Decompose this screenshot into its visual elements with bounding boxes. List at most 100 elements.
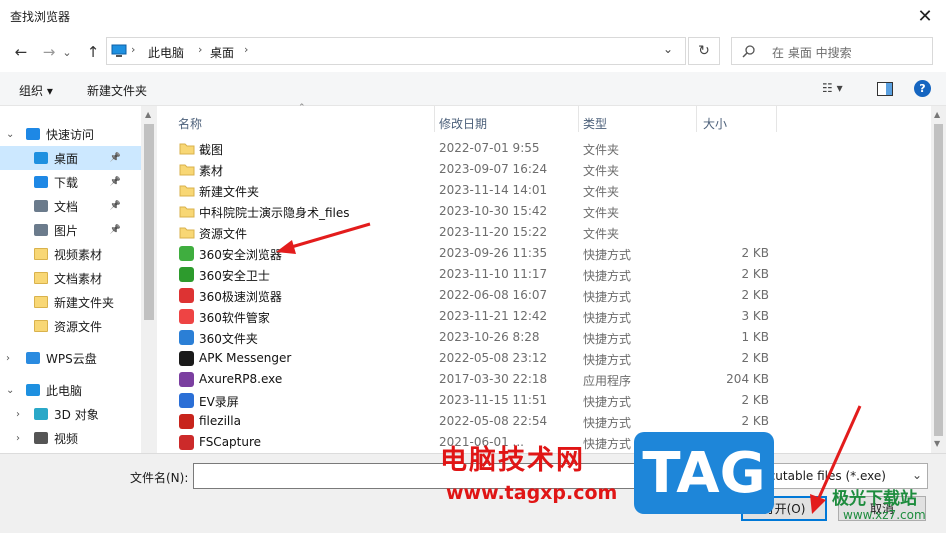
sidebar-item-label: 视频 [54,431,79,446]
sidebar-item[interactable]: 文档 📌 [0,194,141,218]
new-folder-button[interactable]: 新建文件夹 [87,82,147,99]
file-list-scrollbar-thumb[interactable] [934,124,943,436]
chevron-right-icon[interactable]: › [16,409,20,420]
column-header-type[interactable]: 类型 [583,112,607,134]
sidebar-item[interactable]: 图片 📌 [0,218,141,242]
breadcrumb-separator-icon: › [198,43,203,56]
back-button[interactable]: ← [10,42,32,62]
file-type: 快捷方式 [583,248,632,262]
up-button[interactable]: ↑ [82,42,104,62]
scroll-up-icon[interactable]: ▲ [145,110,151,119]
search-input[interactable]: 在 桌面 中搜索 [731,37,933,65]
sidebar-item[interactable]: 视频素材 [0,242,141,266]
file-date: 2017-03-30 22:18 [439,372,548,386]
sidebar-item-label: 文档 [54,199,79,214]
file-name: 360极速浏览器 [199,290,282,304]
view-options-button[interactable]: ☷ ▾ [822,81,843,95]
folder-icon [179,162,195,177]
recent-locations-button[interactable]: ⌄ [60,42,74,62]
sidebar-item[interactable]: 新建文件夹 [0,290,141,314]
star-icon [26,128,40,140]
nav-scrollbar[interactable]: ▲ [141,106,157,453]
chevron-down-icon[interactable]: ⌄ [6,385,14,396]
breadcrumb-this-pc[interactable]: 此电脑 [148,44,184,61]
picture-icon [34,224,48,236]
sidebar-item[interactable]: ⌄ 此电脑 [0,378,141,402]
window-title: 查找浏览器 [10,10,71,24]
chevron-right-icon[interactable]: › [16,433,20,444]
file-name: filezilla [199,414,241,428]
scroll-down-icon[interactable]: ▼ [934,439,940,448]
filezilla-icon [179,414,194,429]
pin-icon: 📌 [109,201,121,211]
sidebar-item[interactable]: 下载 📌 [0,170,141,194]
nav-scrollbar-thumb[interactable] [144,124,154,320]
file-size: 2 KB [741,393,769,407]
file-date: 2022-07-01 9:55 [439,141,540,155]
360-folder-icon [179,330,194,345]
breadcrumb-desktop[interactable]: 桌面 [210,44,234,61]
file-list-scrollbar[interactable]: ▲ ▼ [931,106,946,453]
file-type: 快捷方式 [583,332,632,346]
file-size: 2 KB [741,267,769,281]
file-type: 文件夹 [583,143,620,157]
file-row[interactable]: APK Messenger 2022-05-08 23:12 快捷方式 2 KB [158,348,931,369]
preview-pane-icon[interactable] [877,82,893,96]
file-row[interactable]: 360文件夹 2023-10-26 8:28 快捷方式 1 KB [158,327,931,348]
scroll-up-icon[interactable]: ▲ [934,110,940,119]
sidebar-item-label: WPS云盘 [46,351,97,366]
column-divider[interactable] [776,106,777,132]
file-row[interactable]: AxureRP8.exe 2017-03-30 22:18 应用程序 204 KB [158,369,931,390]
sidebar-item[interactable]: › WPS云盘 [0,346,141,370]
column-header-date[interactable]: 修改日期 [439,112,487,134]
file-name: APK Messenger [199,351,292,365]
sidebar-item[interactable]: 桌面 📌 [0,146,141,170]
fscapture-icon [179,435,194,450]
column-header-name[interactable]: 名称 [178,112,202,134]
refresh-button[interactable]: ↻ [688,37,720,65]
file-size: 2 KB [741,351,769,365]
file-row[interactable]: 截图 2022-07-01 9:55 文件夹 [158,138,931,159]
file-type: 快捷方式 [583,290,632,304]
chevron-right-icon[interactable]: › [6,353,10,364]
file-date: 2023-11-10 11:17 [439,267,548,281]
help-icon[interactable]: ? [914,80,931,97]
sidebar-item[interactable]: 文档素材 [0,266,141,290]
column-divider[interactable] [578,106,579,132]
file-type: 快捷方式 [583,311,632,325]
file-row[interactable]: 360安全卫士 2023-11-10 11:17 快捷方式 2 KB [158,264,931,285]
organize-button[interactable]: 组织 ▾ [19,82,53,99]
search-icon [742,45,755,58]
sidebar-item-label: 新建文件夹 [54,295,115,310]
file-row[interactable]: 新建文件夹 2023-11-14 14:01 文件夹 [158,180,931,201]
file-row[interactable]: 360软件管家 2023-11-21 12:42 快捷方式 3 KB [158,306,931,327]
file-name: 新建文件夹 [199,185,260,199]
file-type: 文件夹 [583,185,620,199]
chevron-down-icon[interactable]: ⌄ [663,42,673,56]
file-type: 快捷方式 [583,437,632,451]
column-header-size[interactable]: 大小 [703,112,727,134]
column-divider[interactable] [434,106,435,132]
file-size: 3 KB [741,309,769,323]
file-row[interactable]: 素材 2023-09-07 16:24 文件夹 [158,159,931,180]
forward-button[interactable]: → [38,42,60,62]
sidebar-item[interactable]: 资源文件 [0,314,141,338]
file-date: 2023-11-14 14:01 [439,183,548,197]
sidebar-item[interactable]: ⌄ 快速访问 [0,122,141,146]
file-type: 应用程序 [583,374,632,388]
file-name: 360安全卫士 [199,269,270,283]
desktop-icon [34,152,48,164]
chevron-down-icon[interactable]: ⌄ [6,129,14,140]
sidebar-item[interactable]: › 3D 对象 [0,402,141,426]
sidebar-item-label: 下载 [54,175,79,190]
close-button[interactable]: ✕ [904,0,946,32]
sidebar-item[interactable]: › 视频 [0,426,141,450]
computer-icon [26,384,40,396]
address-bar[interactable]: › 此电脑 › 桌面 › ⌄ [106,37,686,65]
column-divider[interactable] [696,106,697,132]
sidebar-item-label: 桌面 [54,151,79,166]
folder-icon [34,320,48,332]
pin-icon: 📌 [109,153,121,163]
file-type: 文件夹 [583,206,620,220]
file-row[interactable]: 360极速浏览器 2022-06-08 16:07 快捷方式 2 KB [158,285,931,306]
